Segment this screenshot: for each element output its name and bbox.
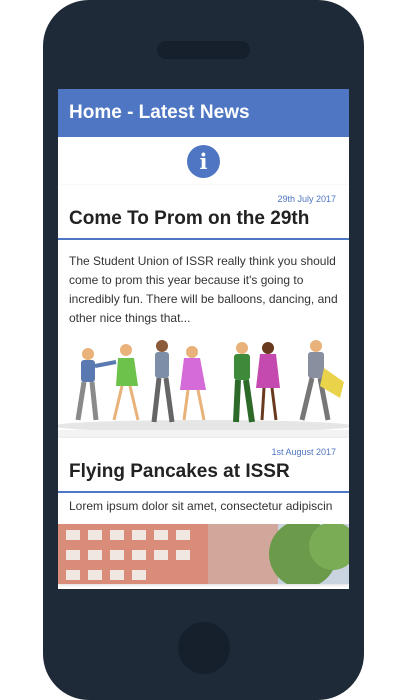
info-row: i — [58, 137, 349, 185]
app-screen: Home - Latest News i 29th July 2017 Come… — [58, 89, 349, 589]
info-icon[interactable]: i — [187, 144, 220, 178]
article-title[interactable]: Flying Pancakes at ISSR — [58, 457, 349, 491]
article-title[interactable]: Come To Prom on the 29th — [58, 204, 349, 238]
page-title: Home - Latest News — [69, 102, 250, 123]
building-photo — [58, 524, 349, 584]
phone-speaker — [157, 41, 250, 59]
article-date: 1st August 2017 — [271, 447, 336, 457]
article-excerpt: The Student Union of ISSR really think y… — [69, 254, 338, 325]
news-card[interactable]: 29th July 2017 Come To Prom on the 29th … — [58, 185, 349, 430]
dancing-couples-illustration — [58, 338, 349, 430]
app-bar: Home - Latest News — [58, 89, 349, 137]
article-date: 29th July 2017 — [277, 194, 336, 204]
card-gap — [58, 430, 349, 438]
news-card[interactable]: 1st August 2017 Flying Pancakes at ISSR … — [58, 438, 349, 584]
article-excerpt: Lorem ipsum dolor sit amet, consectetur … — [69, 499, 333, 513]
home-button[interactable] — [178, 622, 230, 674]
